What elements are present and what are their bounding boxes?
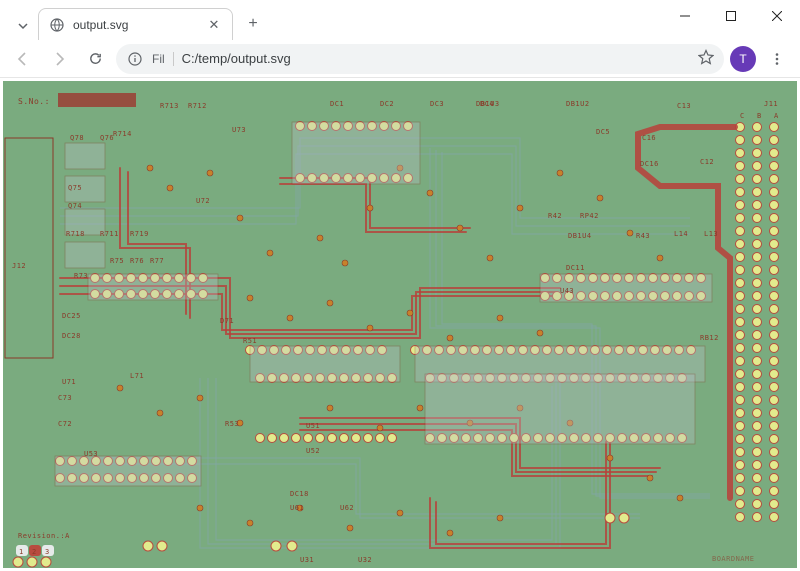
new-tab-button[interactable]: + [239,10,267,38]
pcb-rendering: S.No.: Revision.:A BOARDNAME 1 2 3 J12 J… [0,78,800,571]
svg-text:U43: U43 [560,287,574,295]
svg-text:DC28: DC28 [62,332,81,340]
svg-text:J12: J12 [12,262,26,270]
svg-text:R712: R712 [188,102,207,110]
svg-text:3: 3 [45,548,50,556]
bookmark-star-icon[interactable] [698,49,714,68]
svg-text:DB1U3: DB1U3 [476,100,500,108]
svg-text:U72: U72 [196,197,210,205]
svg-text:R713: R713 [160,102,179,110]
svg-text:DB1U2: DB1U2 [566,100,590,108]
svg-text:DC18: DC18 [290,490,309,498]
svg-text:A: A [774,112,779,120]
svg-text:DC3: DC3 [430,100,444,108]
svg-text:U31: U31 [300,556,314,564]
svg-text:DC25: DC25 [62,312,81,320]
site-info-icon[interactable] [126,50,144,68]
svg-text:L71: L71 [130,372,144,380]
window-close-button[interactable] [754,0,800,32]
page-viewport: S.No.: Revision.:A BOARDNAME 1 2 3 J12 J… [0,78,800,571]
tab-dropdown-button[interactable] [8,12,38,40]
svg-text:L13: L13 [704,230,718,238]
svg-text:Q74: Q74 [68,202,82,210]
profile-avatar[interactable]: T [730,46,756,72]
svg-text:DC11: DC11 [566,264,585,272]
svg-text:2: 2 [32,548,37,556]
svg-text:C12: C12 [700,158,714,166]
svg-text:L14: L14 [674,230,688,238]
svg-text:U73: U73 [232,126,246,134]
svg-text:U52: U52 [306,447,320,455]
svg-text:RP42: RP42 [580,212,599,220]
browser-menu-button[interactable] [762,44,792,74]
svg-text:R719: R719 [130,230,149,238]
svg-text:DC2: DC2 [380,100,394,108]
svg-text:C: C [740,112,745,120]
svg-text:B: B [757,112,762,120]
nav-back-button[interactable] [8,44,38,74]
window-maximize-button[interactable] [708,0,754,32]
svg-text:R75: R75 [110,257,124,265]
serial-box [58,93,136,107]
svg-text:R51: R51 [243,337,257,345]
svg-text:C16: C16 [642,134,656,142]
svg-text:DC16: DC16 [640,160,659,168]
browser-tab[interactable]: output.svg ✕ [38,8,233,40]
svg-text:C73: C73 [58,394,72,402]
svg-text:1: 1 [19,548,24,556]
avatar-initial: T [739,52,746,66]
svg-text:U53: U53 [84,450,98,458]
address-bar[interactable]: Fil C:/temp/output.svg [116,44,724,74]
window-minimize-button[interactable] [662,0,708,32]
svg-text:R711: R711 [100,230,119,238]
svg-text:R77: R77 [150,257,164,265]
svg-text:DC5: DC5 [596,128,610,136]
board-name: BOARDNAME [712,555,754,563]
url-text: C:/temp/output.svg [182,51,291,66]
svg-text:D71: D71 [220,317,234,325]
svg-text:R43: R43 [636,232,650,240]
svg-text:U32: U32 [358,556,372,564]
svg-text:U62: U62 [340,504,354,512]
serial-label: S.No.: [18,97,50,106]
tab-close-button[interactable]: ✕ [206,17,222,33]
globe-icon [49,17,65,33]
revision-badges: 1 2 3 [16,545,54,556]
svg-text:R73: R73 [74,272,88,280]
svg-text:RB12: RB12 [700,334,719,342]
svg-text:C13: C13 [677,102,691,110]
svg-text:C72: C72 [58,420,72,428]
nav-reload-button[interactable] [80,44,110,74]
svg-text:R714: R714 [113,130,132,138]
svg-text:U51: U51 [306,422,320,430]
tab-title: output.svg [73,18,198,32]
svg-text:U61: U61 [290,504,304,512]
nav-forward-button[interactable] [44,44,74,74]
svg-text:DC1: DC1 [330,100,344,108]
svg-text:Q75: Q75 [68,184,82,192]
svg-text:Q78: Q78 [70,134,84,142]
url-scheme-chip: Fil [152,52,174,66]
svg-text:R53: R53 [225,420,239,428]
svg-text:J11: J11 [764,100,778,108]
svg-text:R76: R76 [130,257,144,265]
svg-text:R42: R42 [548,212,562,220]
svg-text:U71: U71 [62,378,76,386]
svg-text:R718: R718 [66,230,85,238]
revision-label: Revision.:A [18,532,70,540]
svg-text:DB1U4: DB1U4 [568,232,592,240]
